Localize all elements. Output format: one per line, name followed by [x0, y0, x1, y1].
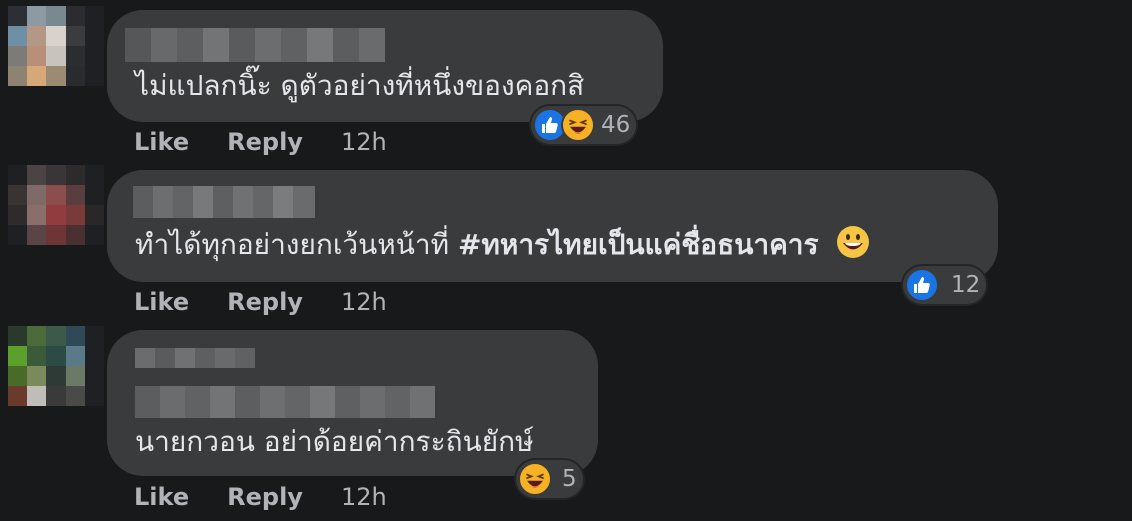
- reply-button[interactable]: Reply: [227, 288, 303, 316]
- timestamp[interactable]: 12h: [341, 128, 387, 156]
- timestamp[interactable]: 12h: [341, 288, 387, 316]
- haha-reaction-icon: [561, 108, 595, 142]
- haha-reaction-icon: [518, 462, 552, 496]
- comment-text: นายกวอน อย่าด้อยค่ากระถินยักษ์: [135, 425, 534, 458]
- reaction-summary[interactable]: 5: [516, 460, 583, 498]
- like-button[interactable]: Like: [134, 288, 189, 316]
- reply-button[interactable]: Reply: [227, 483, 303, 511]
- comment-actions: Like Reply 12h: [134, 288, 387, 316]
- grinning-face-icon: [837, 226, 870, 258]
- reaction-summary[interactable]: 46: [531, 106, 637, 144]
- reaction-count: 5: [562, 466, 577, 492]
- blurred-author-name[interactable]: [133, 186, 315, 218]
- comment-actions: Like Reply 12h: [134, 483, 387, 511]
- avatar[interactable]: [8, 326, 104, 406]
- like-reaction-icon: [905, 268, 939, 302]
- comment-body: ทำได้ทุกอย่างยกเว้นหน้าที่: [135, 228, 450, 261]
- comment-text: ไม่แปลกนิ๊ะ ดูตัวอย่างที่หนึ่งของคอกสิ: [135, 69, 585, 102]
- comment-bubble: ทำได้ทุกอย่างยกเว้นหน้าที่ #ทหารไทยเป็นแ…: [107, 170, 998, 282]
- hashtag-link[interactable]: #ทหารไทยเป็นแค่ชื่อธนาคาร: [458, 228, 819, 261]
- blurred-author-subtitle: [135, 386, 435, 418]
- like-button[interactable]: Like: [134, 128, 189, 156]
- comment-text: ทำได้ทุกอย่างยกเว้นหน้าที่ #ทหารไทยเป็นแ…: [135, 226, 870, 263]
- timestamp[interactable]: 12h: [341, 483, 387, 511]
- avatar[interactable]: [8, 6, 104, 86]
- reaction-count: 46: [601, 112, 631, 138]
- blurred-author-name[interactable]: [135, 348, 255, 368]
- blurred-author-name[interactable]: [125, 28, 385, 62]
- reaction-count: 12: [951, 272, 981, 298]
- reaction-summary[interactable]: 12: [903, 266, 987, 304]
- avatar[interactable]: [8, 165, 104, 245]
- comment-bubble: นายกวอน อย่าด้อยค่ากระถินยักษ์: [107, 330, 598, 476]
- reply-button[interactable]: Reply: [227, 128, 303, 156]
- comment-actions: Like Reply 12h: [134, 128, 387, 156]
- like-button[interactable]: Like: [134, 483, 189, 511]
